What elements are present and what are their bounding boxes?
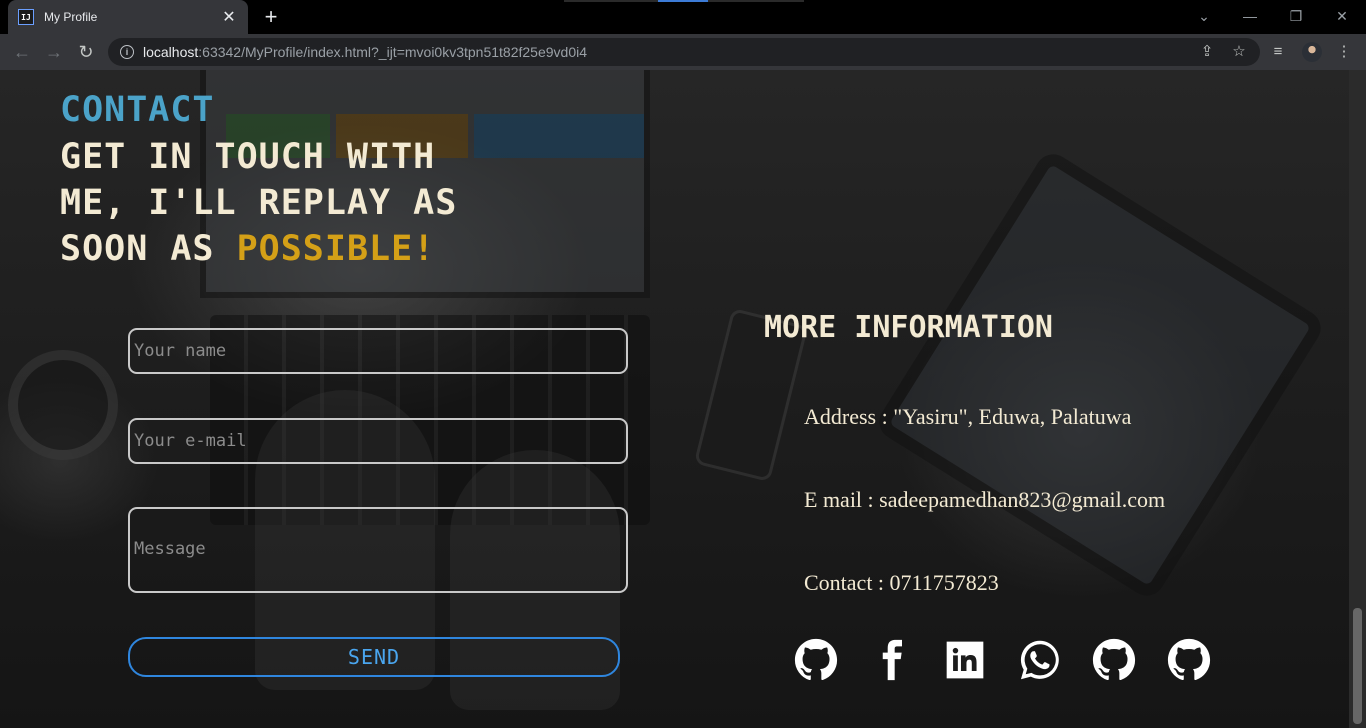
address-bar[interactable]: i localhost:63342/MyProfile/index.html?_… bbox=[108, 38, 1260, 66]
github-icon[interactable] bbox=[794, 638, 838, 682]
window-close-icon[interactable]: ✕ bbox=[1324, 5, 1360, 27]
message-textarea[interactable] bbox=[128, 507, 628, 593]
linkedin-icon[interactable] bbox=[943, 638, 987, 682]
title-bar-indicator bbox=[564, 0, 804, 2]
whatsapp-icon[interactable] bbox=[1018, 638, 1062, 682]
background-tablet bbox=[872, 147, 1328, 603]
tab-title: My Profile bbox=[44, 10, 98, 24]
contact-headline: GET IN TOUCH WITH ME, I'LL REPLAY AS SOO… bbox=[60, 134, 480, 272]
github-icon[interactable] bbox=[1167, 638, 1211, 682]
github-icon[interactable] bbox=[1092, 638, 1136, 682]
media-list-icon[interactable]: ≡ bbox=[1268, 42, 1288, 62]
background-mug bbox=[8, 350, 118, 460]
headline-accent: POSSIBLE! bbox=[236, 229, 436, 269]
name-input[interactable] bbox=[128, 328, 628, 374]
star-icon[interactable]: ☆ bbox=[1230, 43, 1248, 61]
scrollbar-thumb[interactable] bbox=[1353, 608, 1362, 724]
plus-icon[interactable]: + bbox=[258, 3, 284, 31]
address-text: Address : "Yasiru", Eduwa, Palatuwa bbox=[804, 404, 1132, 429]
send-button[interactable]: SEND bbox=[128, 637, 620, 677]
restore-icon[interactable]: ❐ bbox=[1278, 5, 1314, 27]
tab-search-icon[interactable]: ⌄ bbox=[1186, 5, 1222, 27]
url-text[interactable]: localhost:63342/MyProfile/index.html?_ij… bbox=[143, 44, 587, 60]
page-viewport: CONTACT GET IN TOUCH WITH ME, I'LL REPLA… bbox=[0, 70, 1349, 728]
reload-icon[interactable]: ↻ bbox=[72, 38, 100, 66]
facebook-icon[interactable] bbox=[869, 638, 913, 682]
back-arrow-icon[interactable]: ← bbox=[8, 38, 36, 66]
info-icon[interactable]: i bbox=[120, 45, 134, 59]
close-icon[interactable]: ✕ bbox=[220, 7, 238, 27]
browser-toolbar: ← → ↻ i localhost:63342/MyProfile/index.… bbox=[0, 34, 1366, 70]
more-information-title: MORE INFORMATION bbox=[764, 310, 1053, 345]
contact-label: CONTACT bbox=[60, 90, 215, 130]
email-text: E mail : sadeepamedhan823@gmail.com bbox=[804, 487, 1166, 512]
contact-number-text: Contact : 0711757823 bbox=[804, 570, 999, 595]
kebab-menu-icon[interactable]: ⋮ bbox=[1334, 42, 1354, 62]
email-input[interactable] bbox=[128, 418, 628, 464]
forward-arrow-icon[interactable]: → bbox=[40, 38, 68, 66]
avatar[interactable] bbox=[1302, 42, 1322, 62]
intellij-favicon: IJ bbox=[18, 9, 34, 25]
share-icon[interactable]: ⇪ bbox=[1198, 43, 1216, 61]
tab-my-profile[interactable]: IJ My Profile ✕ bbox=[8, 0, 248, 34]
tab-strip: IJ My Profile ✕ + ⌄ — ❐ ✕ bbox=[0, 0, 1366, 34]
minimize-icon[interactable]: — bbox=[1232, 5, 1268, 27]
page-scrollbar[interactable] bbox=[1349, 70, 1366, 728]
